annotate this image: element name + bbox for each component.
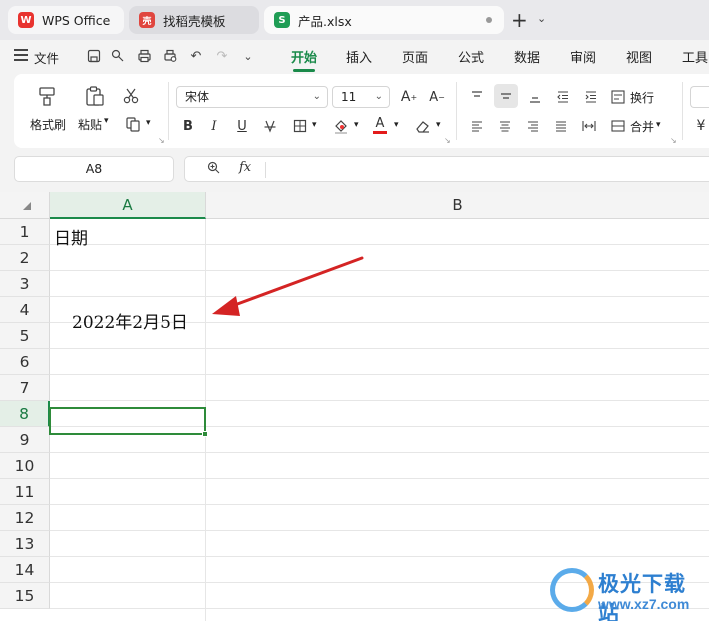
watermark-logo: 极光下载站 www.xz7.com: [548, 566, 706, 621]
annotation-arrow-icon: [212, 256, 364, 316]
watermark-ring-icon: [550, 568, 594, 612]
watermark-name: 极光下载站: [598, 572, 686, 621]
watermark-url: www.xz7.com: [598, 596, 690, 612]
